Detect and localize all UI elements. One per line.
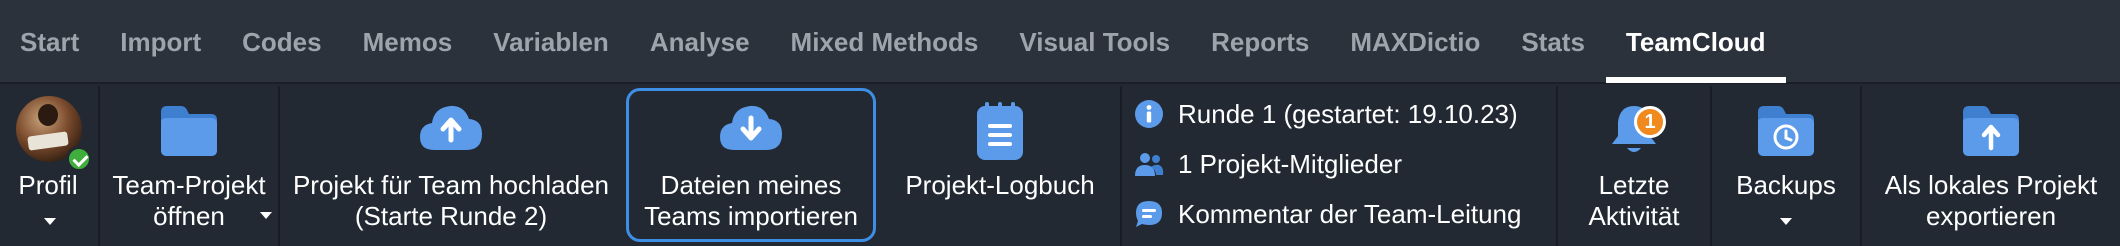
project-logbook-label: Projekt-Logbuch	[905, 170, 1095, 200]
teamcloud-ribbon: Profil Team-Projekt öffnen Projekt für T…	[0, 86, 2120, 246]
comment-icon	[1136, 201, 1162, 227]
export-local-project-label-2: exportieren	[1925, 201, 2057, 231]
export-local-project-label-1: Als lokales Projekt	[1884, 170, 2098, 200]
open-team-project-label-2: öffnen	[153, 201, 225, 231]
leader-comment[interactable]: Kommentar der Team-Leitung	[1134, 194, 1521, 234]
import-team-files-label-1: Dateien meines	[660, 170, 842, 200]
upload-project-label-1: Projekt für Team hochladen	[292, 170, 610, 200]
ribbon-divider	[1120, 86, 1122, 246]
recent-activity-label-2: Aktivität	[1588, 201, 1680, 231]
avatar	[16, 96, 92, 172]
tab-maxdictio[interactable]: MAXDictio	[1350, 0, 1480, 83]
members-info-text: 1 Projekt-Mitglieder	[1178, 148, 1402, 179]
tab-stats[interactable]: Stats	[1521, 0, 1585, 83]
tab-reports[interactable]: Reports	[1211, 0, 1309, 83]
tab-analyse[interactable]: Analyse	[650, 0, 750, 83]
notification-badge: 1	[1634, 106, 1666, 138]
recent-activity-label-1: Letzte	[1598, 170, 1670, 200]
upload-project-label-2: (Starte Runde 2)	[354, 201, 548, 231]
open-team-project-button[interactable]: Team-Projekt öffnen	[100, 86, 278, 246]
round-info[interactable]: Runde 1 (gestartet: 19.10.23)	[1134, 94, 1518, 134]
import-team-files-button[interactable]: Dateien meines Teams importieren	[626, 86, 876, 246]
users-icon	[1135, 153, 1164, 176]
info-icon	[1135, 100, 1163, 128]
ribbon-tab-bar: Start Import Codes Memos Variablen Analy…	[0, 0, 2120, 84]
chevron-down-icon	[44, 218, 56, 225]
recent-activity-button[interactable]: 1 Letzte Aktivität	[1558, 86, 1710, 246]
folder-upload-icon	[1961, 102, 2021, 163]
project-logbook-button[interactable]: Projekt-Logbuch	[880, 86, 1120, 246]
tab-import[interactable]: Import	[120, 0, 201, 83]
tab-visual-tools[interactable]: Visual Tools	[1019, 0, 1170, 83]
leader-comment-text: Kommentar der Team-Leitung	[1178, 198, 1522, 229]
chevron-down-icon	[1780, 218, 1792, 225]
round-info-text: Runde 1 (gestartet: 19.10.23)	[1178, 98, 1518, 129]
folder-icon	[159, 102, 219, 163]
folder-history-icon	[1756, 102, 1816, 163]
import-team-files-label-2: Teams importieren	[644, 201, 858, 231]
tab-teamcloud[interactable]: TeamCloud	[1605, 0, 1786, 83]
chevron-down-icon	[260, 212, 272, 219]
tab-mixed-methods[interactable]: Mixed Methods	[791, 0, 979, 83]
online-check-icon	[66, 146, 92, 172]
open-team-project-label-1: Team-Projekt	[112, 170, 266, 200]
export-local-project-button[interactable]: Als lokales Projekt exportieren	[1862, 86, 2120, 246]
notepad-icon	[973, 100, 1027, 167]
backups-label: Backups	[1736, 170, 1836, 200]
profile-button[interactable]: Profil	[0, 86, 96, 246]
profile-label: Profil	[18, 170, 78, 200]
tab-variablen[interactable]: Variablen	[493, 0, 609, 83]
members-info[interactable]: 1 Projekt-Mitglieder	[1134, 144, 1402, 184]
backups-button[interactable]: Backups	[1712, 86, 1860, 246]
cloud-download-icon	[718, 102, 784, 157]
tab-start[interactable]: Start	[20, 0, 79, 83]
tab-codes[interactable]: Codes	[242, 0, 321, 83]
upload-project-button[interactable]: Projekt für Team hochladen (Starte Runde…	[280, 86, 622, 246]
cloud-upload-icon	[418, 102, 484, 157]
tab-memos[interactable]: Memos	[363, 0, 453, 83]
